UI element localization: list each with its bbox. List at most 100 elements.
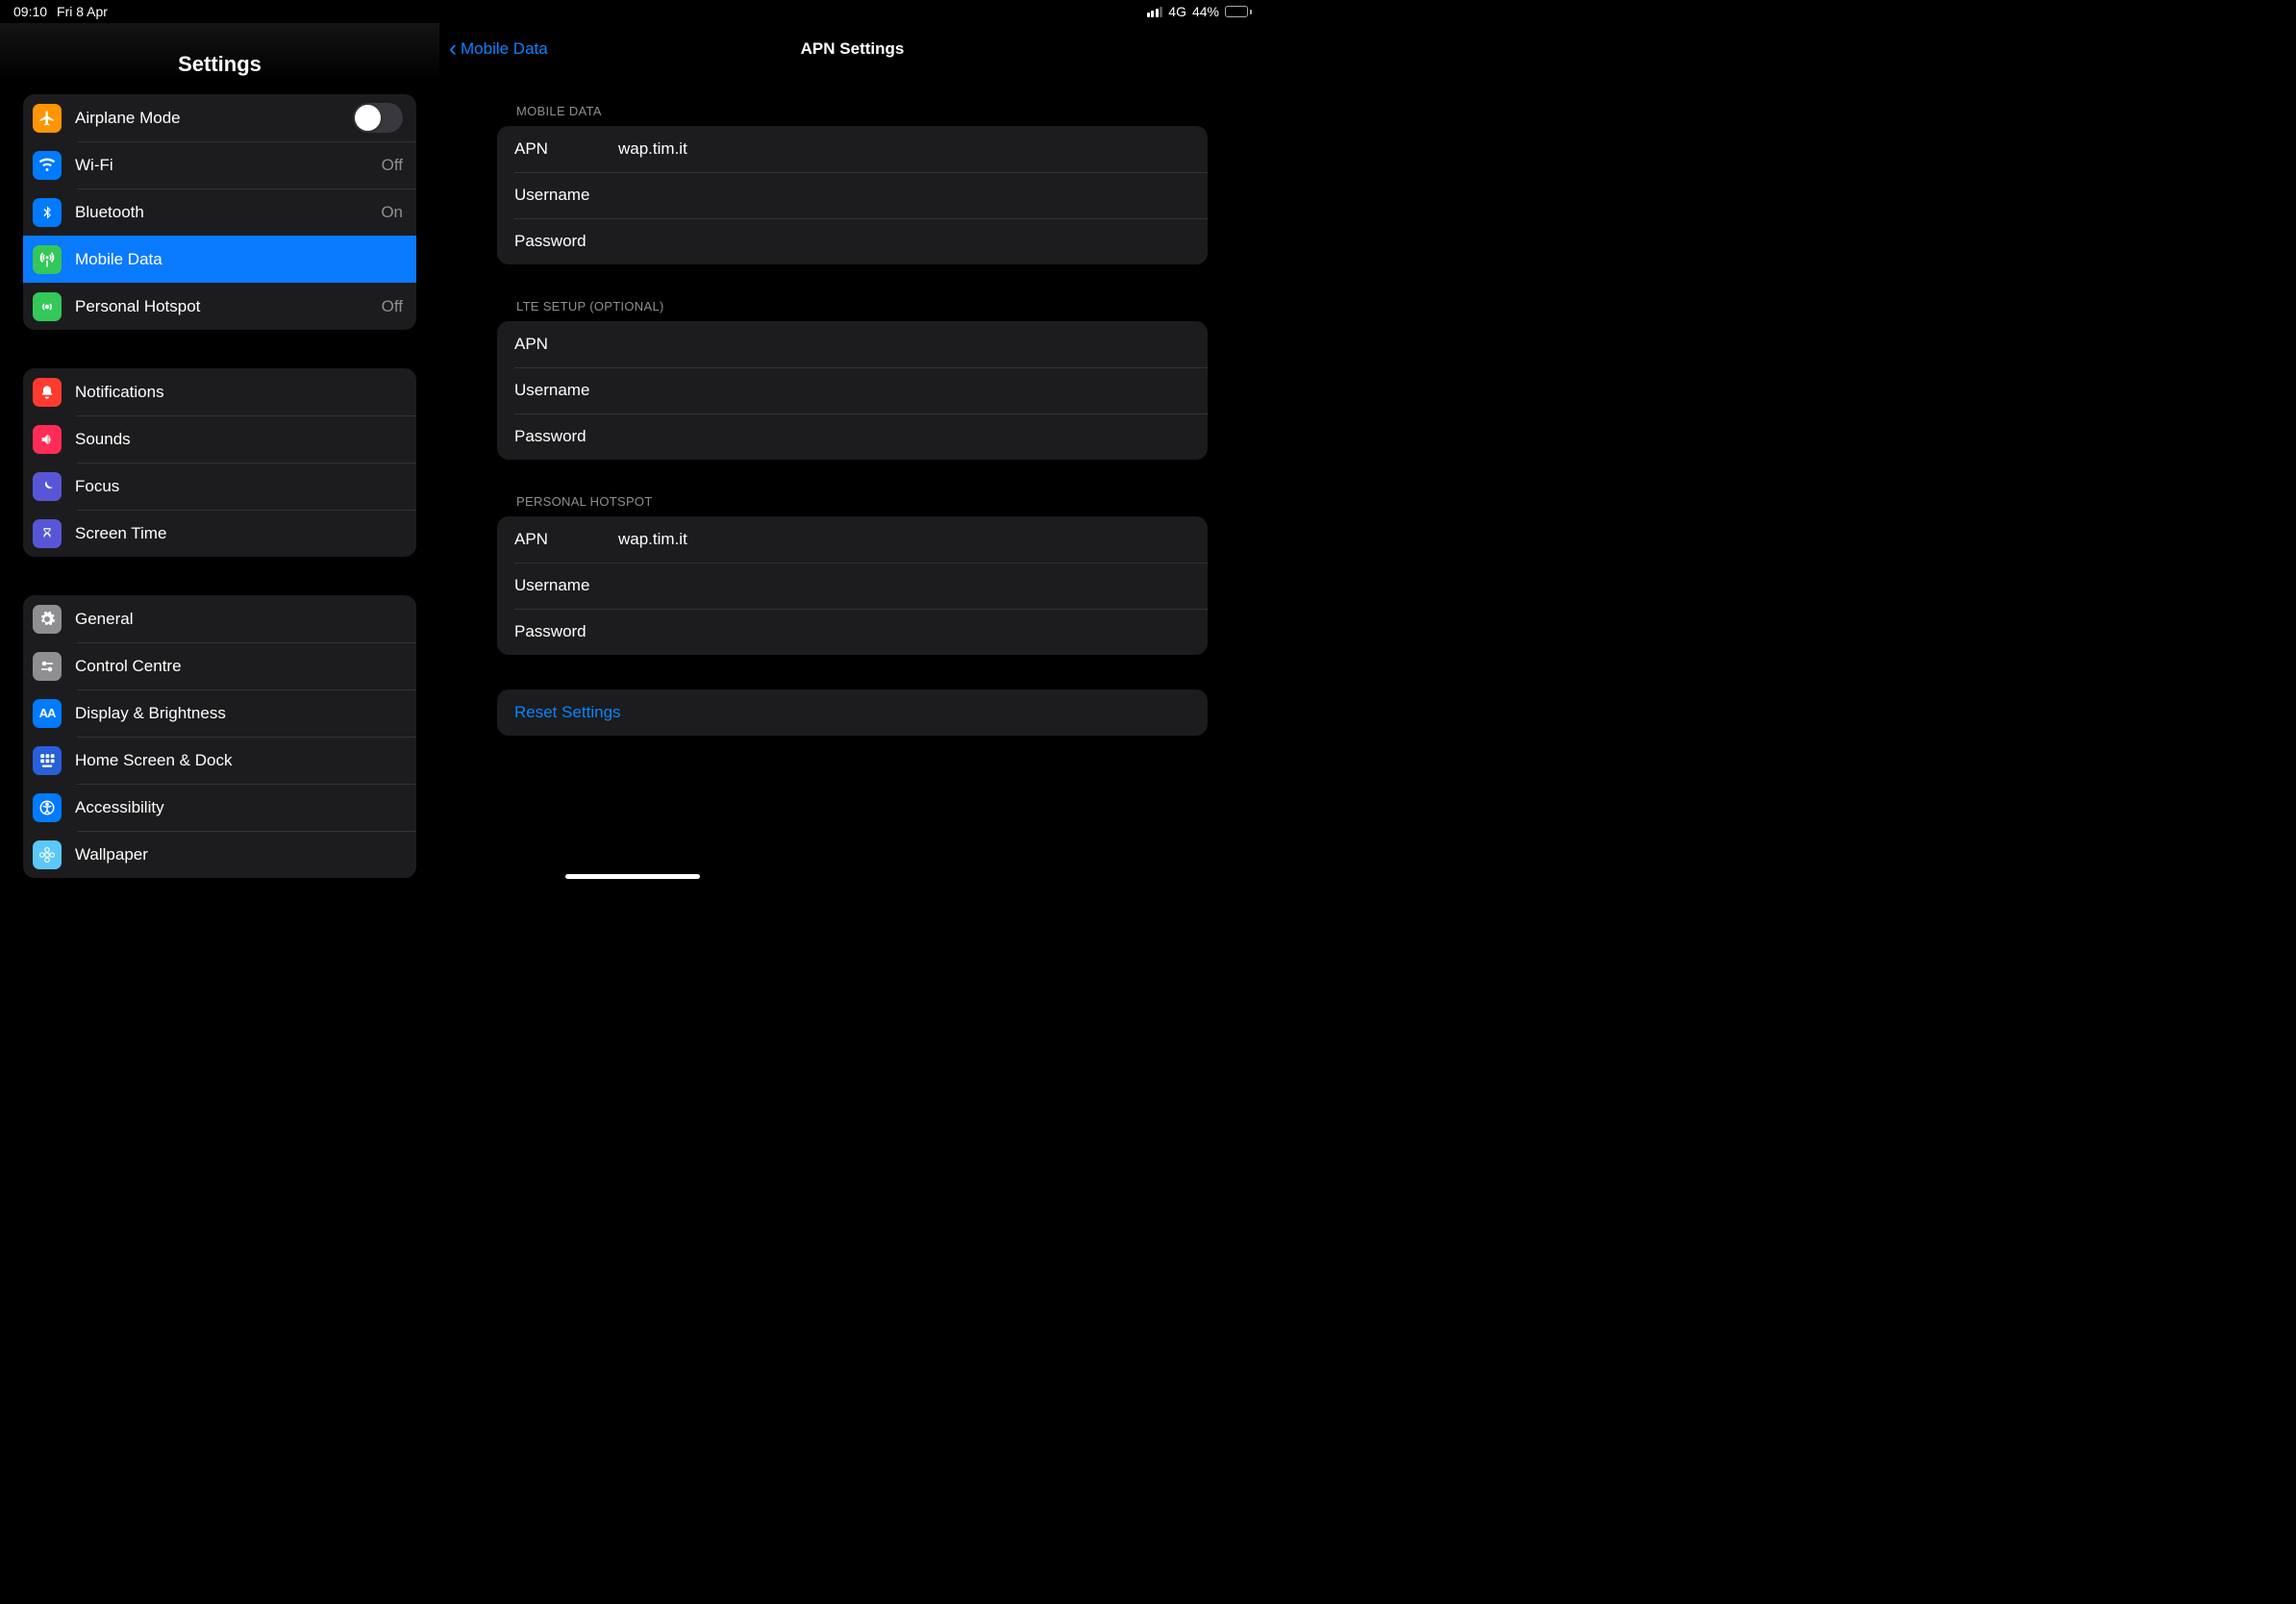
field-label: APN xyxy=(514,335,618,354)
password-input[interactable] xyxy=(618,622,1190,641)
section-header-mobile-data: MOBILE DATA xyxy=(497,104,1208,126)
field-username[interactable]: Username xyxy=(497,172,1208,218)
home-indicator[interactable] xyxy=(565,874,700,879)
group-hotspot: APN Username Password xyxy=(497,516,1208,655)
battery-percent: 44% xyxy=(1192,4,1219,19)
sidebar-group-notifications: Notifications Sounds Focus xyxy=(23,368,416,557)
section-header-lte: LTE SETUP (OPTIONAL) xyxy=(497,299,1208,321)
moon-icon xyxy=(33,472,62,501)
sidebar-item-general[interactable]: General xyxy=(23,595,416,642)
field-label: Password xyxy=(514,232,618,251)
sliders-icon xyxy=(33,652,62,681)
field-apn[interactable]: APN xyxy=(497,516,1208,563)
sidebar-item-label: Personal Hotspot xyxy=(75,297,382,316)
hotspot-status: Off xyxy=(382,297,403,316)
sidebar-item-home-screen[interactable]: Home Screen & Dock xyxy=(23,737,416,784)
network-type: 4G xyxy=(1168,4,1186,19)
username-input[interactable] xyxy=(618,381,1190,400)
sidebar-item-wifi[interactable]: Wi-Fi Off xyxy=(23,141,416,188)
password-input[interactable] xyxy=(618,232,1190,251)
sidebar-item-screentime[interactable]: Screen Time xyxy=(23,510,416,557)
sidebar-item-label: Notifications xyxy=(75,383,403,402)
sidebar-item-label: Display & Brightness xyxy=(75,704,403,723)
bell-icon xyxy=(33,378,62,407)
field-password[interactable]: Password xyxy=(497,609,1208,655)
apn-input[interactable] xyxy=(618,530,1190,549)
airplane-icon xyxy=(33,104,62,133)
group-lte: APN Username Password xyxy=(497,321,1208,460)
airplane-toggle[interactable] xyxy=(353,103,403,133)
sidebar-item-control-centre[interactable]: Control Centre xyxy=(23,642,416,689)
bluetooth-status: On xyxy=(381,203,403,222)
field-label: APN xyxy=(514,139,618,159)
group-mobile-data: APN Username Password xyxy=(497,126,1208,264)
accessibility-icon xyxy=(33,793,62,822)
sidebar-item-airplane[interactable]: Airplane Mode xyxy=(23,94,416,141)
username-input[interactable] xyxy=(618,186,1190,205)
sidebar-item-label: Home Screen & Dock xyxy=(75,751,403,770)
field-label: Username xyxy=(514,381,618,400)
field-password[interactable]: Password xyxy=(497,218,1208,264)
chevron-left-icon: ‹ xyxy=(449,38,457,61)
field-label: Password xyxy=(514,427,618,446)
sidebar-item-accessibility[interactable]: Accessibility xyxy=(23,784,416,831)
detail-pane: ‹ Mobile Data APN Settings MOBILE DATA A… xyxy=(439,23,1265,883)
sidebar-item-focus[interactable]: Focus xyxy=(23,463,416,510)
sidebar-title: Settings xyxy=(0,27,439,94)
sidebar-group-general: General Control Centre AA Display & Brig… xyxy=(23,595,416,878)
sidebar-item-display[interactable]: AA Display & Brightness xyxy=(23,689,416,737)
sidebar-item-label: Focus xyxy=(75,477,403,496)
sidebar-item-label: Wallpaper xyxy=(75,845,403,865)
field-apn[interactable]: APN xyxy=(497,126,1208,172)
sidebar-item-label: Bluetooth xyxy=(75,203,381,222)
password-input[interactable] xyxy=(618,427,1190,446)
sidebar-item-hotspot[interactable]: Personal Hotspot Off xyxy=(23,283,416,330)
page-title: APN Settings xyxy=(439,39,1265,59)
gear-icon xyxy=(33,605,62,634)
bluetooth-icon xyxy=(33,198,62,227)
sidebar-item-bluetooth[interactable]: Bluetooth On xyxy=(23,188,416,236)
status-bar: 09:10 Fri 8 Apr 4G 44% xyxy=(0,0,1265,23)
battery-icon xyxy=(1225,6,1252,17)
sidebar-item-label: Sounds xyxy=(75,430,403,449)
sidebar-item-sounds[interactable]: Sounds xyxy=(23,415,416,463)
reset-settings-button[interactable]: Reset Settings xyxy=(497,689,1208,736)
hourglass-icon xyxy=(33,519,62,548)
field-label: Password xyxy=(514,622,618,641)
nav-bar: ‹ Mobile Data APN Settings xyxy=(439,23,1265,75)
sidebar-item-notifications[interactable]: Notifications xyxy=(23,368,416,415)
field-label: APN xyxy=(514,530,618,549)
antenna-icon xyxy=(33,245,62,274)
wifi-icon xyxy=(33,151,62,180)
sidebar-item-label: Wi-Fi xyxy=(75,156,382,175)
sidebar-group-connectivity: Airplane Mode Wi-Fi Off Bluetooth On xyxy=(23,94,416,330)
speaker-icon xyxy=(33,425,62,454)
apn-input[interactable] xyxy=(618,139,1190,159)
field-label: Username xyxy=(514,576,618,595)
field-label: Username xyxy=(514,186,618,205)
field-password[interactable]: Password xyxy=(497,414,1208,460)
back-button[interactable]: ‹ Mobile Data xyxy=(449,38,548,61)
sidebar-item-label: Airplane Mode xyxy=(75,109,353,128)
text-size-icon: AA xyxy=(33,699,62,728)
section-header-hotspot: PERSONAL HOTSPOT xyxy=(497,494,1208,516)
sidebar-item-label: Control Centre xyxy=(75,657,403,676)
username-input[interactable] xyxy=(618,576,1190,595)
sidebar-item-label: Accessibility xyxy=(75,798,403,817)
sidebar-item-mobile-data[interactable]: Mobile Data xyxy=(23,236,416,283)
hotspot-icon xyxy=(33,292,62,321)
reset-label: Reset Settings xyxy=(514,703,621,721)
wifi-status: Off xyxy=(382,156,403,175)
field-username[interactable]: Username xyxy=(497,563,1208,609)
status-time: 09:10 xyxy=(13,4,47,19)
sidebar-item-wallpaper[interactable]: Wallpaper xyxy=(23,831,416,878)
status-date: Fri 8 Apr xyxy=(57,4,108,19)
apn-input[interactable] xyxy=(618,335,1190,354)
settings-sidebar: Settings Airplane Mode Wi-Fi Off xyxy=(0,23,439,883)
sidebar-item-label: Mobile Data xyxy=(75,250,403,269)
sidebar-item-label: General xyxy=(75,610,403,629)
field-username[interactable]: Username xyxy=(497,367,1208,414)
field-apn[interactable]: APN xyxy=(497,321,1208,367)
signal-icon xyxy=(1147,7,1163,17)
grid-icon xyxy=(33,746,62,775)
